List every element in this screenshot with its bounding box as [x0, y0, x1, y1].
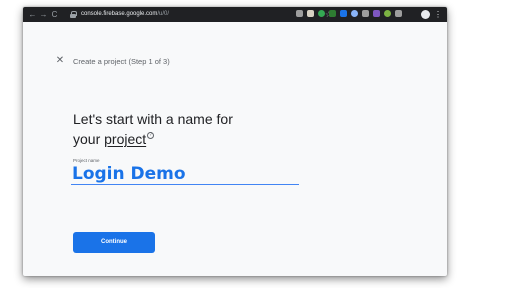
extension-icon[interactable]	[362, 10, 369, 17]
extension-icons	[296, 10, 402, 17]
project-help-link[interactable]: project	[104, 131, 146, 147]
extension-icon[interactable]	[395, 10, 402, 17]
url-path: /u/0/	[157, 11, 170, 17]
extension-icon[interactable]	[318, 10, 325, 17]
extension-icon[interactable]	[329, 10, 336, 17]
browser-window: ← → C console.firebase.google.com/u/0/ ☆…	[23, 7, 447, 276]
headline-line-1: Let's start with a name for	[73, 111, 233, 127]
browser-menu-icon[interactable]: ⋮	[434, 7, 442, 22]
extension-icon[interactable]	[296, 10, 303, 17]
continue-button[interactable]: Continue	[73, 232, 155, 253]
avatar[interactable]	[421, 10, 430, 19]
extension-icon[interactable]	[373, 10, 380, 17]
close-icon[interactable]: ✕	[55, 56, 65, 66]
lock-icon[interactable]	[70, 10, 77, 19]
step-title: Create a project (Step 1 of 3)	[73, 57, 170, 66]
project-name-input[interactable]	[71, 163, 299, 185]
reload-icon[interactable]: C	[49, 7, 60, 22]
browser-toolbar: ← → C console.firebase.google.com/u/0/ ☆…	[23, 7, 447, 22]
extension-icon[interactable]	[340, 10, 347, 17]
headline-line-2: your	[73, 131, 105, 147]
extension-icon[interactable]	[351, 10, 358, 17]
extension-icon[interactable]	[384, 10, 391, 17]
help-icon[interactable]: ?	[147, 132, 155, 139]
back-icon[interactable]: ←	[27, 7, 38, 22]
extension-icon[interactable]	[307, 10, 314, 17]
url-host: console.firebase.google.com	[81, 11, 158, 17]
forward-icon[interactable]: →	[38, 7, 49, 22]
page-title: Let's start with a name for your project…	[73, 109, 293, 149]
